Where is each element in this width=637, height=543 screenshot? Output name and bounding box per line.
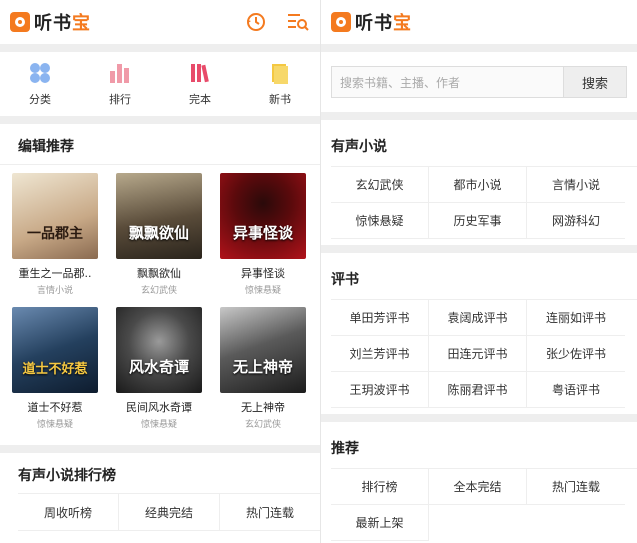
book-title: 民间风水奇谭 [126, 401, 192, 414]
tab-classic-finished[interactable]: 经典完结 [119, 494, 220, 530]
ranking-list-title: 有声小说排行榜 [18, 468, 116, 484]
book-cover: 道士不好惹 [12, 307, 98, 393]
search-list-icon[interactable] [286, 10, 310, 34]
tab-hot-serial[interactable]: 热门连载 [220, 494, 320, 530]
divider [0, 116, 320, 124]
divider [321, 112, 637, 120]
ranking-icon [110, 64, 129, 83]
top-bar: 听书宝 [0, 0, 320, 44]
storytelling-title: 评书 [331, 272, 359, 288]
book-category: 玄幻武侠 [140, 286, 177, 296]
storyteller-item[interactable]: 田连元评书 [429, 336, 527, 372]
book-card[interactable]: 异事怪谈 异事怪谈 惊悚悬疑 [211, 173, 315, 307]
divider [321, 44, 637, 52]
storyteller-item[interactable]: 袁阔成评书 [429, 300, 527, 336]
storyteller-item[interactable]: 刘兰芳评书 [331, 336, 429, 372]
nav-item-finished[interactable]: 完本 [170, 61, 230, 107]
divider [321, 245, 637, 253]
category-icon [30, 63, 50, 83]
book-card[interactable]: 道士不好惹 道士不好惹 惊悚悬疑 [3, 307, 107, 441]
book-grid: 一品郡主 重生之一品郡.. 言情小说 飘飘欲仙 飘飘欲仙 玄幻武侠 异事怪谈 异… [0, 165, 320, 441]
book-title: 道士不好惹 [27, 401, 83, 414]
recommend-item[interactable]: 全本完结 [429, 469, 527, 505]
divider [0, 445, 320, 453]
book-category: 言情小说 [36, 286, 73, 296]
books-icon [191, 64, 209, 83]
recommend-item[interactable]: 排行榜 [331, 469, 429, 505]
storyteller-item[interactable]: 陈丽君评书 [429, 372, 527, 408]
nav-item-new[interactable]: 新书 [250, 61, 310, 107]
genre-item[interactable]: 网游科幻 [527, 203, 625, 239]
book-category: 惊悚悬疑 [36, 420, 73, 430]
book-title: 飘飘欲仙 [137, 267, 181, 280]
genre-item[interactable]: 玄幻武侠 [331, 167, 429, 203]
genre-item[interactable]: 历史军事 [429, 203, 527, 239]
nav-item-category[interactable]: 分类 [10, 61, 70, 107]
book-category: 惊悚悬疑 [244, 286, 281, 296]
book-cover: 风水奇谭 [116, 307, 202, 393]
recommend-grid: 排行榜 全本完结 热门连载 最新上架 [331, 468, 637, 541]
new-book-icon [272, 64, 288, 84]
app-logo[interactable]: 听书宝 [10, 9, 91, 35]
book-card[interactable]: 风水奇谭 民间风水奇谭 惊悚悬疑 [107, 307, 211, 441]
app-logo[interactable]: 听书宝 [331, 9, 412, 35]
book-cover: 无上神帝 [220, 307, 306, 393]
book-category: 惊悚悬疑 [140, 420, 177, 430]
recommend-item[interactable]: 热门连载 [527, 469, 625, 505]
book-card[interactable]: 飘飘欲仙 飘飘欲仙 玄幻武侠 [107, 173, 211, 307]
logo-text-main: 听书 [34, 13, 72, 34]
divider [321, 414, 637, 422]
book-card[interactable]: 一品郡主 重生之一品郡.. 言情小说 [3, 173, 107, 307]
book-title: 异事怪谈 [241, 267, 285, 280]
editor-picks-title: 编辑推荐 [0, 124, 320, 165]
storytelling-grid: 单田芳评书 袁阔成评书 连丽如评书 刘兰芳评书 田连元评书 张少佐评书 王玥波评… [331, 299, 637, 408]
logo-text-accent: 宝 [393, 13, 412, 34]
storyteller-item[interactable]: 张少佐评书 [527, 336, 625, 372]
storyteller-item[interactable]: 单田芳评书 [331, 300, 429, 336]
logo-icon [331, 12, 351, 32]
nav-label: 新书 [269, 93, 291, 106]
ranking-tabs: 周收听榜 经典完结 热门连载 [18, 493, 320, 531]
recommend-title: 推荐 [331, 441, 359, 457]
genre-item[interactable]: 言情小说 [527, 167, 625, 203]
book-cover: 异事怪谈 [220, 173, 306, 259]
home-panel: 听书宝 分类 排行 完本 新书 编辑推荐 一品郡主 重生之一品郡.. 言情小说 … [0, 0, 320, 543]
audio-novel-grid: 玄幻武侠 都市小说 言情小说 惊悚悬疑 历史军事 网游科幻 [331, 166, 637, 239]
search-bar: 搜索书籍、主播、作者 搜索 [321, 52, 637, 112]
genre-item[interactable]: 都市小说 [429, 167, 527, 203]
audio-novel-title: 有声小说 [331, 139, 387, 155]
category-nav: 分类 排行 完本 新书 [0, 52, 320, 116]
book-cover: 一品郡主 [12, 173, 98, 259]
divider [0, 44, 320, 52]
history-icon[interactable] [244, 10, 268, 34]
top-bar: 听书宝 [321, 0, 637, 44]
logo-icon [10, 12, 30, 32]
category-panel: 听书宝 搜索书籍、主播、作者 搜索 有声小说 玄幻武侠 都市小说 言情小说 惊悚… [320, 0, 637, 543]
book-cover: 飘飘欲仙 [116, 173, 202, 259]
book-title: 重生之一品郡.. [18, 267, 92, 280]
storyteller-item[interactable]: 王玥波评书 [331, 372, 429, 408]
storyteller-item[interactable]: 粤语评书 [527, 372, 625, 408]
recommend-item[interactable]: 最新上架 [331, 505, 429, 541]
search-input[interactable]: 搜索书籍、主播、作者 [331, 66, 563, 98]
genre-item[interactable]: 惊悚悬疑 [331, 203, 429, 239]
book-card[interactable]: 无上神帝 无上神帝 玄幻武侠 [211, 307, 315, 441]
nav-item-ranking[interactable]: 排行 [90, 61, 150, 107]
logo-text-accent: 宝 [72, 13, 91, 34]
book-category: 玄幻武侠 [244, 420, 281, 430]
nav-label: 分类 [29, 93, 51, 106]
nav-label: 完本 [189, 93, 211, 106]
nav-label: 排行 [109, 93, 131, 106]
search-button[interactable]: 搜索 [563, 66, 627, 98]
tab-weekly[interactable]: 周收听榜 [18, 494, 119, 530]
storyteller-item[interactable]: 连丽如评书 [527, 300, 625, 336]
book-title: 无上神帝 [241, 401, 285, 414]
logo-text-main: 听书 [355, 13, 393, 34]
